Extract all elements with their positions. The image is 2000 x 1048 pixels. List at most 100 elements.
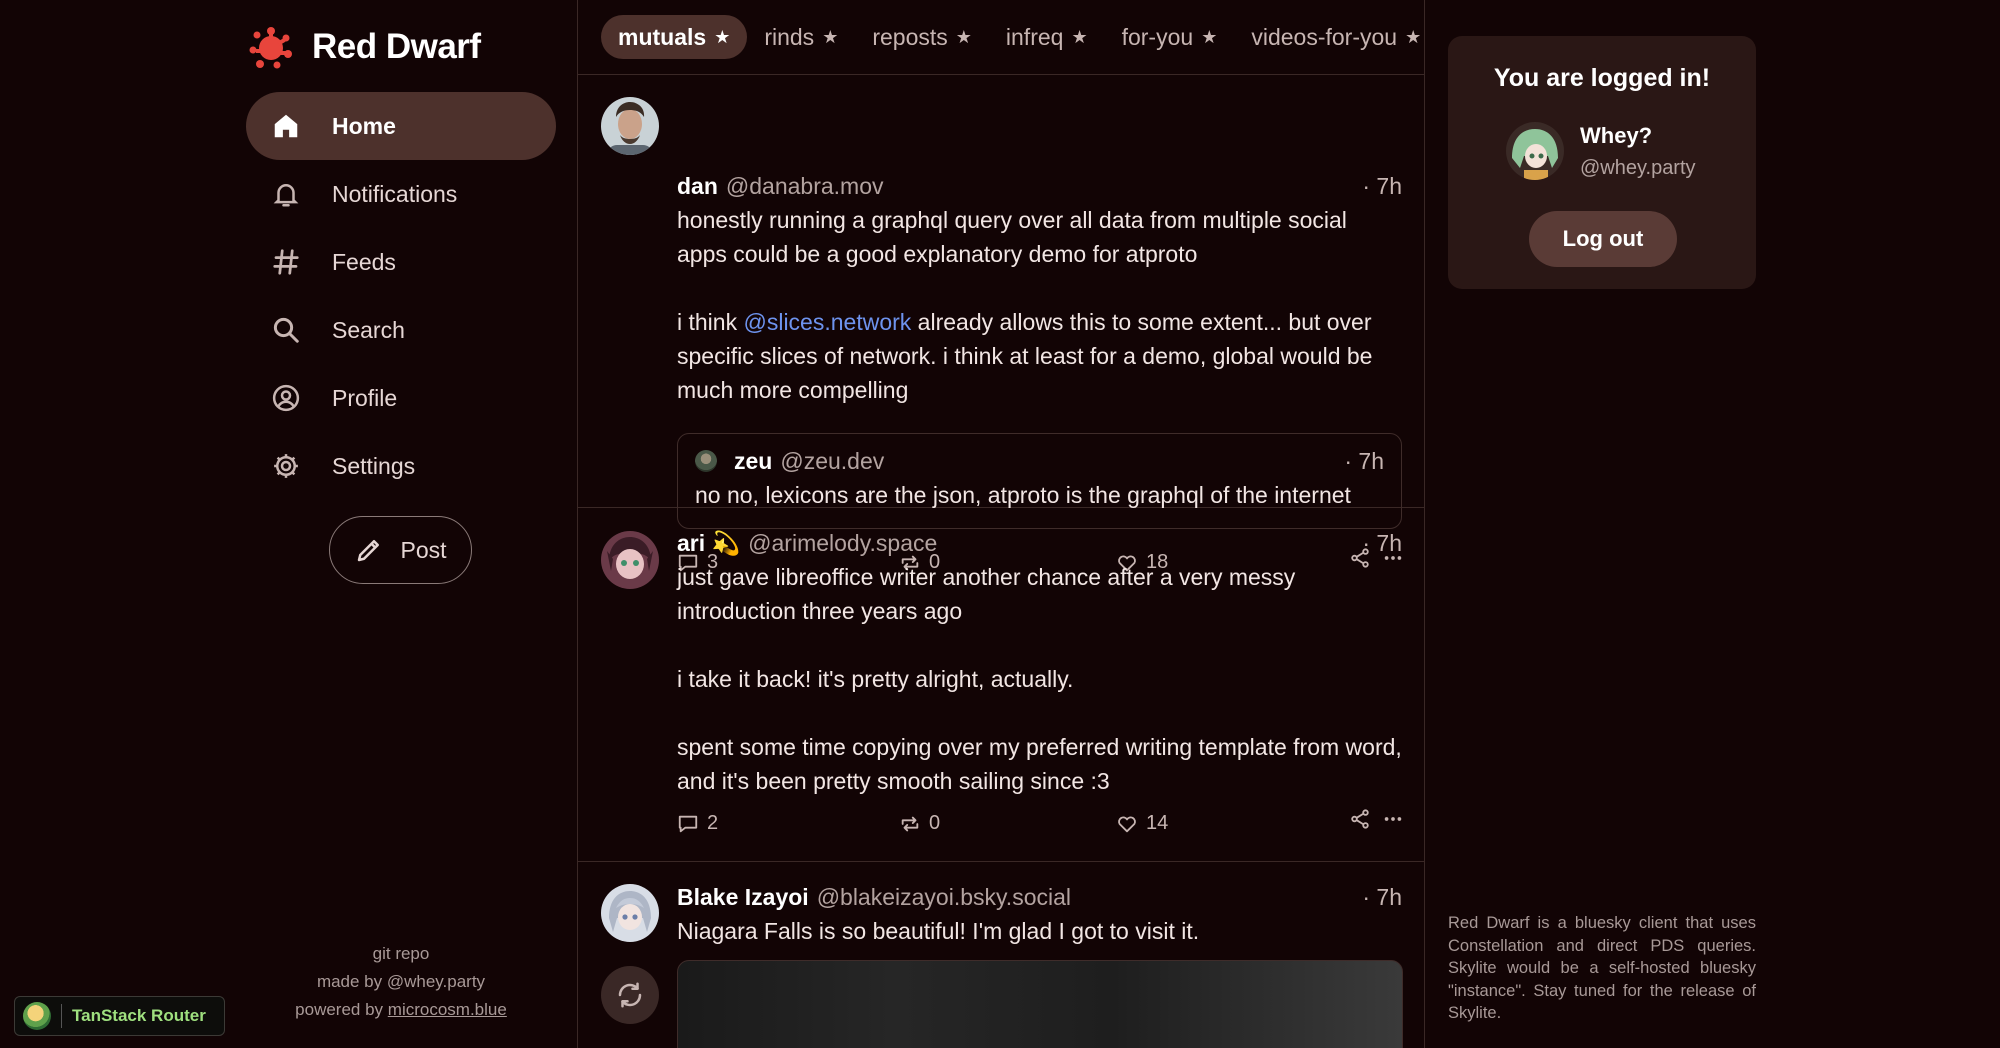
post-button-label: Post	[400, 536, 447, 563]
post-item[interactable]: ari 💫 @arimelody.space · 7h just gave li…	[578, 508, 1424, 862]
author-name[interactable]: dan	[677, 173, 718, 200]
post-paragraph: honestly running a graphql query over al…	[677, 207, 1347, 267]
red-dwarf-logo-icon	[249, 27, 292, 69]
post-header: dan @danabra.mov · 7h	[677, 171, 1402, 201]
microcosm-link[interactable]: microcosm.blue	[388, 1000, 507, 1019]
tab-reposts[interactable]: reposts ★	[855, 15, 989, 59]
user-handle: @whey.party	[1580, 156, 1696, 179]
tab-label: rinds	[764, 23, 815, 50]
post-text: honestly running a graphql query over al…	[677, 203, 1402, 407]
post-text: just gave libreoffice writer another cha…	[677, 560, 1402, 798]
quote-text: no no, lexicons are the json, atproto is…	[695, 482, 1351, 508]
like-button[interactable]: 14	[1116, 812, 1168, 835]
tab-label: reposts	[872, 23, 948, 50]
star-icon: ★	[822, 26, 839, 47]
brand[interactable]: Red Dwarf	[248, 22, 481, 72]
post-time: · 7h	[1362, 883, 1402, 910]
nav-item-search[interactable]: Search	[246, 296, 556, 364]
post-item[interactable]: dan @danabra.mov · 7h honestly running a…	[578, 75, 1424, 573]
tab-infreq[interactable]: infreq ★	[989, 15, 1105, 59]
main-nav: Home Notifications Feeds Search Profile	[246, 92, 556, 500]
quote-time: · 7h	[1344, 447, 1384, 474]
more-options-button[interactable]	[1382, 808, 1404, 830]
mention-link[interactable]: @slices.network	[743, 309, 911, 335]
refresh-feed-button[interactable]	[601, 966, 659, 1024]
star-icon: ★	[1405, 26, 1422, 47]
login-status-title: You are logged in!	[1493, 64, 1711, 92]
share-button[interactable]	[1349, 808, 1371, 830]
powered-by-text: powered by	[295, 1000, 384, 1019]
current-user[interactable]: Whey? @whey.party	[1506, 122, 1696, 180]
reply-button[interactable]: 2	[677, 812, 718, 835]
ellipsis-icon	[1384, 817, 1402, 821]
repost-count: 0	[929, 812, 941, 834]
post-body: Blake Izayoi @blakeizayoi.bsky.social · …	[677, 882, 1402, 948]
author-name[interactable]: ari 💫	[677, 530, 740, 557]
hashtag-icon	[270, 246, 302, 278]
left-sidebar: Red Dwarf Home Notifications Feeds Searc…	[246, 0, 556, 1048]
avatar	[695, 450, 717, 472]
tab-label: infreq	[1005, 23, 1064, 50]
about-text: Red Dwarf is a bluesky client that uses …	[1448, 914, 1756, 1022]
tab-for-you[interactable]: for-you ★	[1105, 15, 1235, 59]
git-repo-link[interactable]: git repo	[373, 944, 430, 963]
home-icon	[270, 110, 302, 142]
tab-mutuals[interactable]: mutuals ★	[601, 15, 748, 59]
tab-rinds[interactable]: rinds ★	[747, 15, 855, 59]
like-count: 14	[1146, 812, 1169, 834]
nav-label-feeds: Feeds	[332, 248, 396, 275]
post-body: ari 💫 @arimelody.space · 7h just gave li…	[677, 528, 1402, 838]
search-icon	[270, 314, 302, 346]
star-icon: ★	[955, 26, 972, 47]
new-post-button[interactable]: Post	[329, 516, 472, 584]
pencil-icon	[358, 540, 380, 562]
logout-button[interactable]: Log out	[1529, 211, 1677, 267]
quote-header: zeu @zeu.dev · 7h	[695, 446, 1384, 476]
avatar[interactable]	[601, 97, 659, 155]
post-paragraph: just gave libreoffice writer another cha…	[677, 564, 1296, 624]
tanstack-devtools-toggle[interactable]: TanStack Router	[14, 996, 225, 1036]
tanstack-logo-icon	[23, 1002, 51, 1030]
nav-item-home[interactable]: Home	[246, 92, 556, 160]
author-name[interactable]: Blake Izayoi	[677, 884, 809, 911]
quote-author-handle: @zeu.dev	[780, 447, 885, 474]
post-paragraph: i think @slices.network already allows t…	[677, 305, 1402, 407]
nav-label-settings: Settings	[332, 452, 416, 479]
feed-tabs: mutuals ★ rinds ★ reposts ★ infreq ★ for-you…	[578, 0, 1424, 75]
avatar[interactable]	[601, 884, 659, 942]
post-header: ari 💫 @arimelody.space · 7h	[677, 528, 1402, 558]
star-icon: ★	[1071, 26, 1088, 47]
repost-icon	[901, 816, 919, 831]
post-image[interactable]	[677, 960, 1403, 1048]
tab-videos-for-you[interactable]: videos-for-you ★	[1234, 15, 1424, 59]
nav-item-profile[interactable]: Profile	[246, 364, 556, 432]
tab-label: videos-for-you	[1251, 23, 1398, 50]
author-handle[interactable]: @danabra.mov	[726, 173, 884, 200]
heart-icon	[1118, 816, 1136, 832]
repost-button[interactable]: 0	[899, 812, 940, 835]
tab-label: for-you	[1121, 23, 1194, 50]
login-card: You are logged in! Whey? @whey.party Log…	[1448, 36, 1756, 289]
feed-column: mutuals ★ rinds ★ reposts ★ infreq ★ for-you…	[577, 0, 1425, 1048]
refresh-icon	[618, 982, 642, 1008]
post-header: Blake Izayoi @blakeizayoi.bsky.social · …	[677, 882, 1402, 912]
avatar[interactable]	[601, 531, 659, 589]
post-paragraph: spent some time copying over my preferre…	[677, 734, 1402, 794]
star-icon: ★	[714, 26, 731, 47]
post-text: Niagara Falls is so beautiful! I'm glad …	[677, 914, 1402, 948]
nav-label-profile: Profile	[332, 384, 398, 411]
nav-item-notifications[interactable]: Notifications	[246, 160, 556, 228]
brand-name: Red Dwarf	[312, 27, 481, 66]
nav-label-home: Home	[332, 112, 396, 139]
share-icon	[1351, 809, 1369, 829]
sidebar-footer: git repo made by @whey.party powered by …	[246, 940, 556, 1024]
nav-item-settings[interactable]: Settings	[246, 432, 556, 500]
comment-icon	[678, 815, 698, 832]
nav-item-feeds[interactable]: Feeds	[246, 228, 556, 296]
author-handle[interactable]: @blakeizayoi.bsky.social	[817, 884, 1071, 911]
user-display-name: Whey?	[1580, 122, 1653, 148]
tanstack-label: TanStack Router	[72, 1006, 206, 1025]
nav-label-search: Search	[332, 316, 405, 343]
author-handle[interactable]: @arimelody.space	[748, 530, 937, 557]
post-text-fragment: i think	[677, 309, 744, 335]
